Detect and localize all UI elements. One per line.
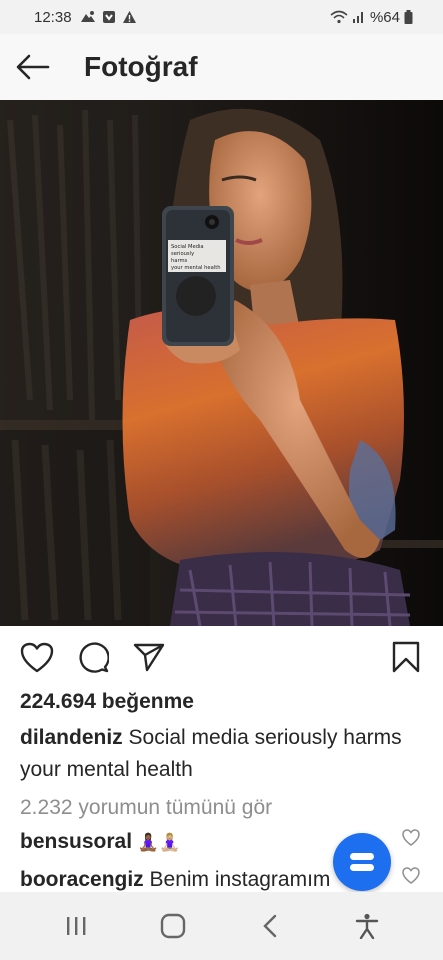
- comment-icon: [79, 642, 109, 673]
- home-button[interactable]: [151, 904, 195, 948]
- bookmark-icon: [392, 641, 420, 673]
- back-button[interactable]: [0, 34, 66, 100]
- comment-button[interactable]: [74, 638, 112, 676]
- home-icon: [160, 913, 186, 939]
- svg-text:seriously: seriously: [171, 251, 194, 257]
- svg-text:Social Media: Social Media: [171, 244, 204, 250]
- recent-apps-button[interactable]: [54, 904, 98, 948]
- bookmark-button[interactable]: [387, 638, 425, 676]
- app-header: Fotoğraf: [0, 34, 443, 100]
- heart-icon: [20, 642, 54, 672]
- post-actions: [0, 626, 443, 688]
- share-button[interactable]: [130, 638, 168, 676]
- like-button[interactable]: [18, 638, 56, 676]
- comment-like-heart-icon[interactable]: [401, 866, 421, 886]
- back-nav-button[interactable]: [248, 904, 292, 948]
- caption-author[interactable]: dilandeniz: [20, 726, 123, 749]
- comment-text: Benim instagramım: [149, 868, 331, 891]
- svg-text:harms: harms: [171, 258, 188, 264]
- post-caption: dilandeniz Social media seriously harms …: [20, 722, 420, 786]
- back-icon: [263, 914, 277, 938]
- view-all-comments-link[interactable]: 2.232 yorumun tümünü gör: [20, 796, 272, 820]
- post-photo[interactable]: Social Media seriously harms your mental…: [0, 100, 443, 626]
- mirror-selfie-image: Social Media seriously harms your mental…: [0, 100, 443, 626]
- arrow-left-icon: [16, 54, 50, 80]
- notification-icons: [80, 10, 137, 24]
- comment-text: 🧘🏾‍♀️🧘🏼‍♀️: [137, 833, 181, 853]
- signal-icon: [352, 12, 363, 23]
- comment-like-heart-icon[interactable]: [401, 828, 421, 848]
- floating-action-button[interactable]: [333, 833, 391, 891]
- page-title: Fotoğraf: [84, 51, 198, 82]
- svg-text:your mental health: your mental health: [171, 265, 221, 271]
- like-count[interactable]: 224.694 beğenme: [20, 690, 194, 714]
- battery-percent: %64: [369, 8, 400, 26]
- status-time: 12:38: [34, 8, 72, 26]
- accessibility-button[interactable]: [345, 904, 389, 948]
- comment-author[interactable]: booracengiz: [20, 868, 144, 891]
- status-left: 12:38: [34, 9, 137, 26]
- system-navigation-bar: [0, 892, 443, 960]
- equals-icon: [350, 853, 374, 871]
- status-right: %64: [330, 9, 413, 26]
- status-bar: 12:38 %64: [0, 0, 443, 34]
- warning-icon: [122, 11, 136, 23]
- accessibility-icon: [355, 913, 378, 939]
- wifi-icon: [330, 10, 348, 24]
- comment-row: bensusoral 🧘🏾‍♀️🧘🏼‍♀️: [20, 830, 180, 854]
- recent-apps-icon: [67, 917, 86, 935]
- share-icon: [133, 643, 165, 672]
- download-icon: [102, 11, 115, 23]
- comment-author[interactable]: bensusoral: [20, 830, 132, 853]
- battery-icon: [404, 10, 413, 24]
- teams-icon: [80, 11, 95, 22]
